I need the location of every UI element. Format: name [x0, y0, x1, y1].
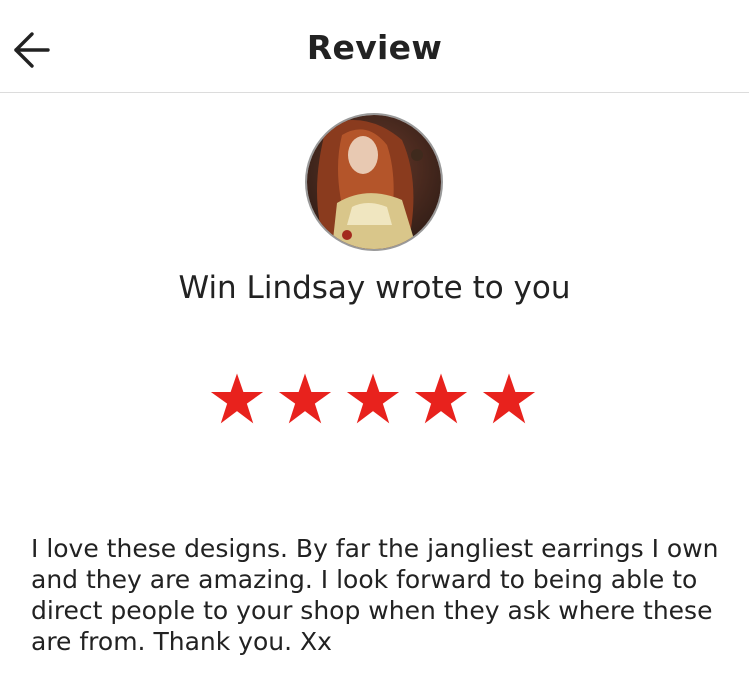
star-icon	[414, 373, 468, 424]
star-icon	[482, 373, 536, 424]
top-bar: Review	[0, 0, 749, 93]
star-rating	[208, 370, 542, 434]
star-icon	[210, 373, 264, 424]
review-author-line: Win Lindsay wrote to you	[178, 270, 571, 306]
star-icon	[346, 373, 400, 424]
review-text: I love these designs. By far the janglie…	[31, 534, 719, 656]
star-icon	[278, 373, 332, 424]
avatar	[305, 113, 443, 251]
page-title: Review	[306, 28, 443, 67]
